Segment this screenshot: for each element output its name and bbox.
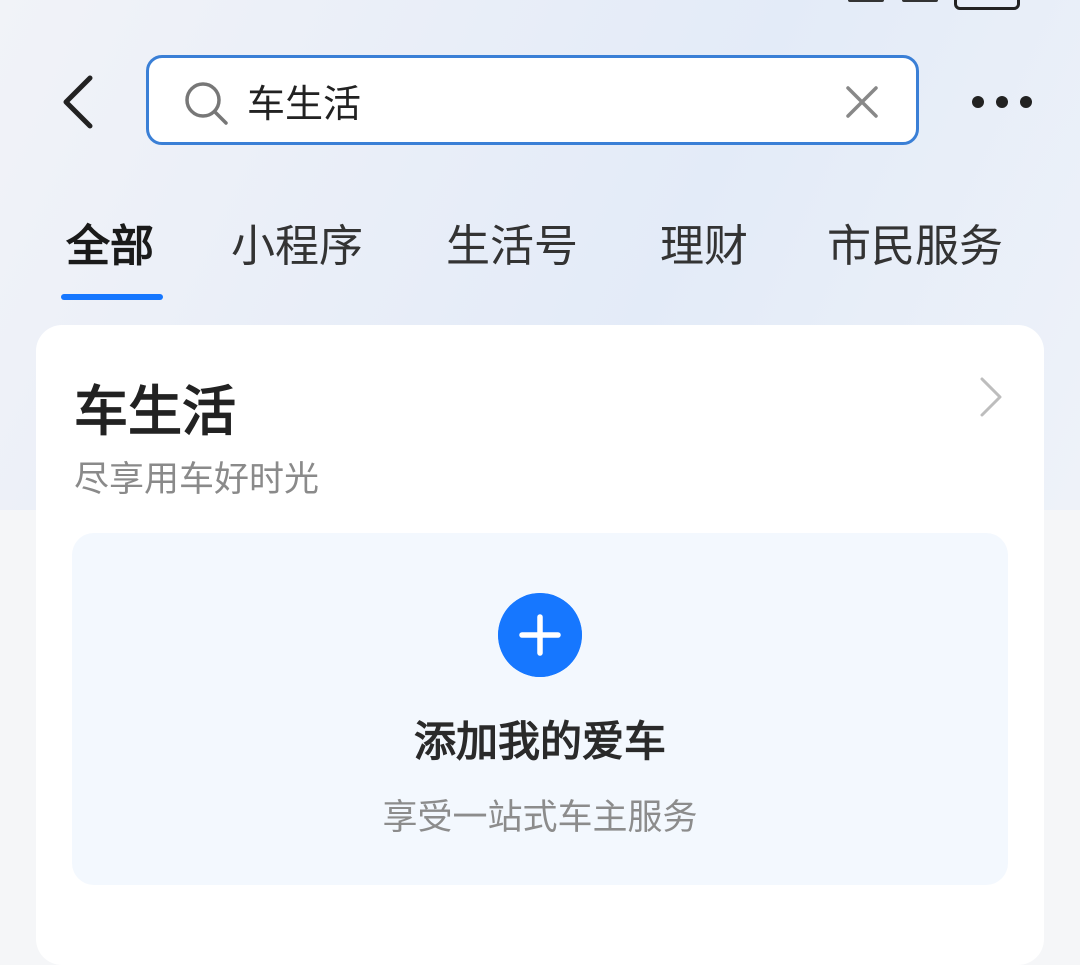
search-input[interactable]: [247, 70, 807, 130]
more-dots-icon[interactable]: [972, 80, 1032, 124]
close-icon[interactable]: [842, 82, 882, 122]
chevron-right-icon[interactable]: [976, 375, 1006, 419]
dot: [996, 96, 1008, 108]
active-tab-indicator: [61, 294, 163, 300]
status-bar: [0, 0, 1080, 10]
dot: [972, 96, 984, 108]
plus-circle-icon[interactable]: [498, 593, 582, 677]
tab-bar: 全部 小程序 生活号 理财 市民服务: [0, 200, 1080, 310]
add-car-title: 添加我的爱车: [413, 717, 666, 766]
battery-icon: [954, 0, 1020, 10]
signal-icon: [848, 0, 884, 2]
add-car-button[interactable]: 添加我的爱车 享受一站式车主服务: [72, 533, 1008, 885]
chevron-left-icon: [63, 75, 93, 129]
signal-icon: [902, 0, 938, 2]
tab-citizen-services[interactable]: 市民服务: [827, 210, 1003, 274]
car-life-card[interactable]: 车生活 尽享用车好时光 添加我的爱车 享受一站式车主服务: [36, 325, 1044, 965]
back-button[interactable]: [48, 70, 108, 134]
tab-finance[interactable]: 理财: [660, 210, 748, 274]
dot: [1020, 96, 1032, 108]
card-title: 车生活: [74, 380, 236, 443]
tab-mini-programs[interactable]: 小程序: [231, 210, 363, 274]
tab-all[interactable]: 全部: [66, 210, 154, 274]
add-car-subtitle: 享受一站式车主服务: [382, 798, 698, 838]
search-icon: [185, 82, 228, 125]
tab-life-accounts[interactable]: 生活号: [446, 210, 578, 274]
search-box[interactable]: [146, 55, 919, 145]
card-subtitle: 尽享用车好时光: [74, 460, 320, 500]
